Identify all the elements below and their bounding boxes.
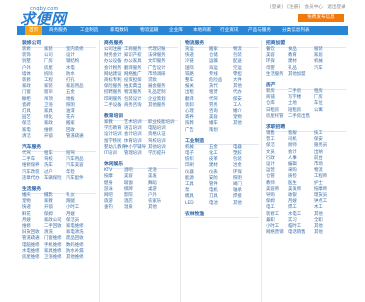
category-link[interactable]: 电话销售 bbox=[288, 230, 306, 236]
site-header: cnqby.com 求便网 [登录] [注册] 会员中心 退出登录 免费发布信息 bbox=[0, 0, 365, 28]
category-link[interactable]: 其他加盟 bbox=[288, 72, 306, 78]
category-link[interactable]: 广告 bbox=[185, 128, 194, 134]
main-nav: 首页 商务服务 工业制造 家电数码 物流运输 企业库 本地商家 行业资讯 产品与… bbox=[17, 26, 348, 35]
top-links: [登录] [注册] 会员中心 退出登录 bbox=[270, 4, 349, 10]
section-rule bbox=[266, 46, 346, 48]
section-rule bbox=[185, 217, 259, 219]
category-link[interactable]: 车辆保险 bbox=[44, 176, 62, 182]
nav-item-products[interactable]: 产品与服务 bbox=[248, 26, 271, 35]
nav-item-industry[interactable]: 工业制造 bbox=[80, 26, 98, 35]
column-divider bbox=[261, 40, 262, 302]
category-link[interactable]: 管理培训 bbox=[124, 151, 142, 157]
column-divider bbox=[99, 40, 100, 302]
section-rule bbox=[185, 144, 259, 146]
category-link[interactable]: 二手设备 bbox=[104, 103, 122, 109]
nav-item-companies[interactable]: 企业库 bbox=[169, 26, 183, 35]
category-link[interactable]: 管道疏通 bbox=[66, 134, 84, 140]
category-link[interactable]: 商务咨询 bbox=[124, 103, 142, 109]
section-rule bbox=[266, 88, 346, 90]
category-link[interactable]: IT培训 bbox=[104, 151, 117, 157]
section-rule bbox=[185, 46, 259, 48]
category-link[interactable]: 策划 bbox=[209, 128, 218, 134]
nav-item-local[interactable]: 本地商家 bbox=[193, 26, 211, 35]
section-rule bbox=[22, 150, 96, 152]
category-link[interactable]: 卫浴维修 bbox=[44, 255, 62, 261]
site-logo[interactable]: cnqby.com 求便网 bbox=[20, 3, 76, 28]
category-link[interactable]: 温泉 bbox=[124, 205, 133, 211]
section-rule bbox=[22, 192, 96, 194]
page: cnqby.com 求便网 [登录] [注册] 会员中心 退出登录 免费发布信息… bbox=[0, 0, 365, 302]
category-link[interactable]: 其他 bbox=[314, 230, 323, 236]
logout-link[interactable]: 退出登录 bbox=[327, 5, 345, 10]
category-link[interactable]: 清洁 bbox=[22, 134, 31, 140]
category-link[interactable]: 其他 bbox=[233, 121, 242, 127]
publish-button[interactable]: 免费发布信息 bbox=[298, 14, 344, 22]
category-link[interactable]: 汽车配件 bbox=[66, 176, 84, 182]
category-link[interactable]: 其他维修 bbox=[66, 255, 84, 261]
category-link[interactable]: 其他 bbox=[148, 205, 157, 211]
register-link[interactable]: [注册] bbox=[287, 5, 300, 10]
category-link[interactable]: 电池 bbox=[209, 201, 218, 207]
category-link[interactable]: 房屋维修 bbox=[22, 255, 40, 261]
nav-item-electronics[interactable]: 家电数码 bbox=[110, 26, 128, 35]
member-center-link[interactable]: 会员中心 bbox=[305, 5, 323, 10]
category-link[interactable]: 学历提升 bbox=[148, 151, 166, 157]
section-rule bbox=[104, 167, 178, 169]
category-link[interactable]: 二手房出售 bbox=[288, 114, 310, 120]
nav-item-business[interactable]: 商务服务 bbox=[49, 26, 67, 35]
category-link[interactable]: 垂钓 bbox=[104, 205, 113, 211]
category-link[interactable]: LED bbox=[185, 201, 194, 207]
category-link[interactable]: 其他服务 bbox=[148, 103, 166, 109]
nav-item-list[interactable]: 分类信息列表 bbox=[282, 26, 310, 35]
nav-item-home[interactable]: 首页 bbox=[25, 26, 43, 35]
category-link[interactable]: 网络营销 bbox=[266, 230, 284, 236]
category-link[interactable]: 违章代办 bbox=[22, 176, 40, 182]
column-divider bbox=[180, 40, 181, 302]
nav-item-logistics[interactable]: 物流运输 bbox=[140, 26, 158, 35]
category-link[interactable]: 其他 bbox=[233, 201, 242, 207]
category-link[interactable]: 开锁 bbox=[44, 134, 53, 140]
category-link[interactable]: 公寓 bbox=[314, 108, 323, 114]
section-rule bbox=[266, 130, 346, 132]
login-link[interactable]: [登录] bbox=[270, 5, 283, 10]
category-link[interactable]: 汽车 bbox=[314, 66, 323, 72]
category-link[interactable]: 生活服务 bbox=[266, 72, 284, 78]
section-rule bbox=[22, 46, 96, 48]
nav-item-news[interactable]: 行业资讯 bbox=[220, 26, 238, 35]
category-link[interactable]: 房屋托管 bbox=[266, 114, 284, 120]
